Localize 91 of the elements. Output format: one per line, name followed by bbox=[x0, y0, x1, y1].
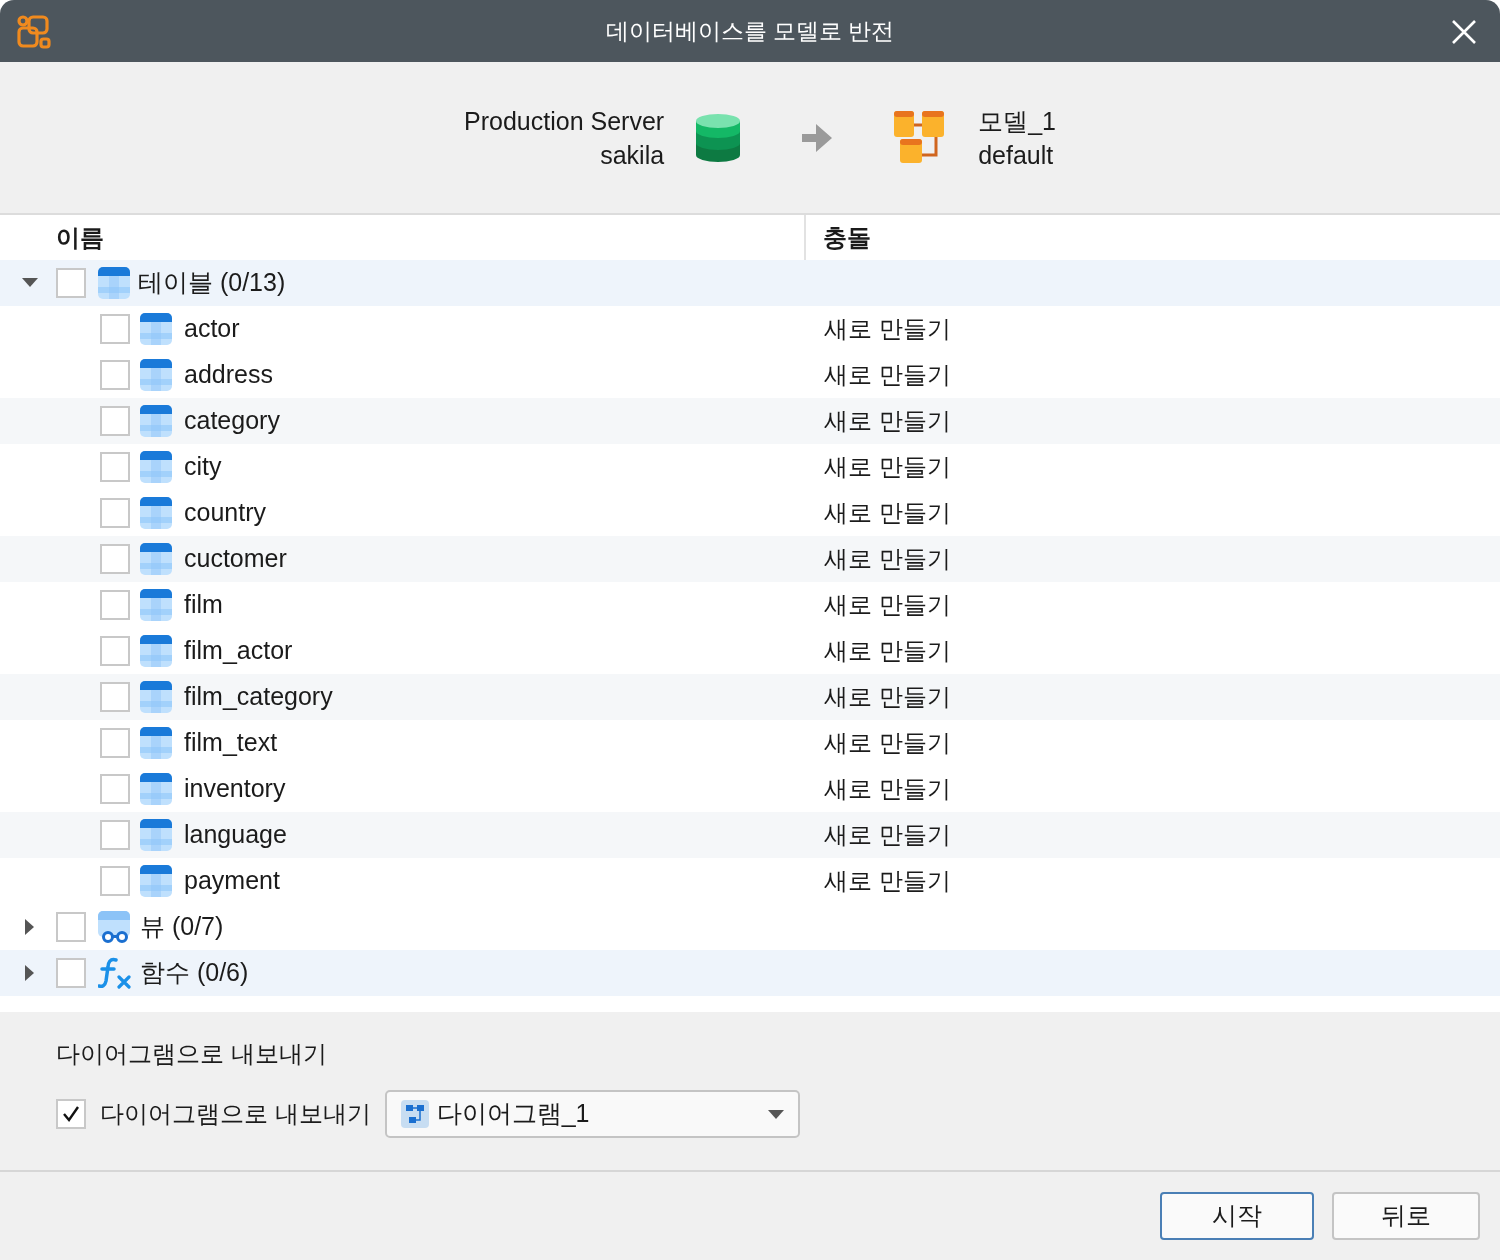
checkbox[interactable] bbox=[100, 590, 130, 620]
conflict-status: 새로 만들기 bbox=[824, 682, 951, 712]
checkmark-icon bbox=[61, 1104, 81, 1124]
conflict-status: 새로 만들기 bbox=[824, 590, 951, 620]
checkbox[interactable] bbox=[56, 958, 86, 988]
checkbox[interactable] bbox=[56, 1099, 86, 1129]
table-icon bbox=[140, 865, 172, 897]
tree-group-row[interactable]: 함수 (0/6) bbox=[0, 950, 1500, 996]
diagram-icon bbox=[400, 1100, 429, 1128]
checkbox[interactable] bbox=[100, 820, 130, 850]
table-name: inventory bbox=[184, 773, 286, 805]
table-name: cuctomer bbox=[184, 543, 287, 575]
table-name: address bbox=[184, 359, 273, 391]
conflict-status: 새로 만들기 bbox=[824, 544, 951, 574]
table-icon bbox=[140, 543, 172, 575]
model-icon bbox=[894, 110, 947, 165]
table-icon bbox=[140, 819, 172, 851]
table-icon bbox=[140, 589, 172, 621]
conflict-status: 새로 만들기 bbox=[824, 774, 951, 804]
dropdown-caret-icon bbox=[767, 1109, 784, 1119]
conflict-status: 새로 만들기 bbox=[824, 820, 951, 850]
diagram-dropdown[interactable]: 다이어그램_1 bbox=[384, 1090, 800, 1138]
conflict-status: 새로 만들기 bbox=[824, 636, 951, 666]
tree-row[interactable]: film_category 새로 만들기 bbox=[0, 674, 1500, 720]
function-icon bbox=[98, 957, 132, 989]
model-name: 모델_1 bbox=[978, 105, 1056, 137]
expand-caret-icon[interactable] bbox=[25, 919, 35, 935]
checkbox[interactable] bbox=[100, 406, 130, 436]
app-logo-icon bbox=[17, 15, 51, 49]
checkbox[interactable] bbox=[56, 912, 86, 942]
conflict-status: 새로 만들기 bbox=[824, 728, 951, 758]
dropdown-value: 다이어그램_1 bbox=[436, 1098, 591, 1130]
table-icon bbox=[140, 497, 172, 529]
back-button[interactable]: 뒤로 bbox=[1332, 1192, 1480, 1240]
table-icon bbox=[140, 451, 172, 483]
table-icon bbox=[140, 727, 172, 759]
checkbox[interactable] bbox=[100, 866, 130, 896]
collapse-caret-icon[interactable] bbox=[22, 278, 38, 288]
table-icon bbox=[140, 773, 172, 805]
tree-row[interactable]: language 새로 만들기 bbox=[0, 812, 1500, 858]
conflict-status: 새로 만들기 bbox=[824, 498, 951, 528]
conflict-status: 새로 만들기 bbox=[824, 360, 951, 390]
table-icon bbox=[140, 359, 172, 391]
tree-row[interactable]: category 새로 만들기 bbox=[0, 398, 1500, 444]
checkbox[interactable] bbox=[100, 498, 130, 528]
column-header[interactable]: 충돌 bbox=[806, 215, 1500, 260]
table-icon bbox=[140, 681, 172, 713]
table-icon bbox=[140, 313, 172, 345]
arrow-right-icon bbox=[802, 123, 833, 152]
checkbox[interactable] bbox=[100, 360, 130, 390]
table-name: film_category bbox=[184, 681, 333, 713]
table-name: actor bbox=[184, 313, 240, 345]
checkbox[interactable] bbox=[100, 728, 130, 758]
table-name: film_text bbox=[184, 727, 278, 759]
tree-group-row[interactable]: 테이블 (0/13) bbox=[0, 260, 1500, 306]
start-button[interactable]: 시작 bbox=[1160, 1192, 1314, 1240]
conflict-status: 새로 만들기 bbox=[824, 452, 951, 482]
checkbox[interactable] bbox=[100, 774, 130, 804]
checkbox-label: 다이어그램으로 내보내기 bbox=[100, 1099, 371, 1129]
database-icon bbox=[696, 112, 741, 163]
conflict-status: 새로 만들기 bbox=[824, 406, 951, 436]
schema-name: default bbox=[978, 139, 1054, 171]
checkbox[interactable] bbox=[100, 544, 130, 574]
table-icon bbox=[140, 405, 172, 437]
checkbox[interactable] bbox=[100, 682, 130, 712]
tree-row[interactable]: cuctomer 새로 만들기 bbox=[0, 536, 1500, 582]
view-icon bbox=[98, 911, 132, 943]
server-name: Production Server bbox=[464, 105, 665, 137]
group-label: 테이블 (0/13) bbox=[138, 267, 286, 299]
conflict-status: 새로 만들기 bbox=[824, 866, 951, 896]
group-label: 함수 (0/6) bbox=[140, 957, 249, 989]
table-name: film_actor bbox=[184, 635, 293, 667]
checkbox[interactable] bbox=[56, 268, 86, 298]
table-name: payment bbox=[184, 865, 280, 897]
table-name: category bbox=[184, 405, 280, 437]
database-name: sakila bbox=[600, 139, 665, 171]
table-name: city bbox=[184, 451, 222, 483]
close-icon[interactable] bbox=[1451, 19, 1477, 45]
expand-caret-icon[interactable] bbox=[25, 965, 35, 981]
group-label: 뷰 (0/7) bbox=[140, 911, 224, 943]
table-icon bbox=[140, 635, 172, 667]
window-title: 데이터베이스를 모델로 반전 bbox=[605, 16, 895, 46]
checkbox[interactable] bbox=[100, 314, 130, 344]
conflict-status: 새로 만들기 bbox=[824, 314, 951, 344]
table-name: country bbox=[184, 497, 266, 529]
checkbox[interactable] bbox=[100, 636, 130, 666]
table-icon bbox=[98, 267, 130, 299]
table-name: language bbox=[184, 819, 287, 851]
checkbox[interactable] bbox=[100, 452, 130, 482]
table-name: film bbox=[184, 589, 223, 621]
section-heading: 다이어그램으로 내보내기 bbox=[56, 1039, 328, 1069]
